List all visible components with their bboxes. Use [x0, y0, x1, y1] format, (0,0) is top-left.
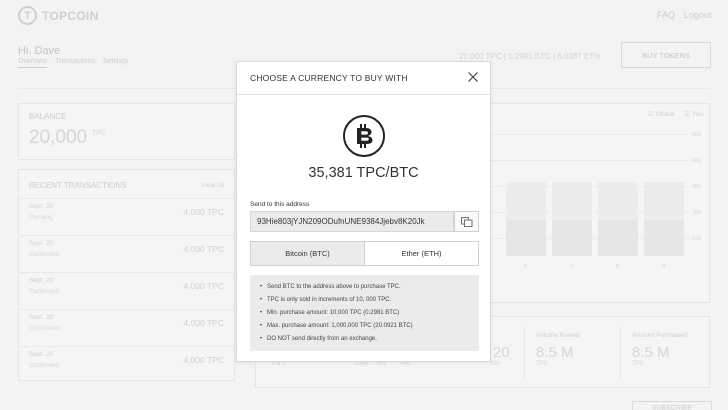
tab-ether[interactable]: Ether (ETH) — [365, 242, 478, 265]
currency-tabs: Bitcoin (BTC) Ether (ETH) — [250, 241, 479, 266]
deposit-address-field[interactable]: 93Hie803jYJN209ODufnUNE9384Jjebv8K20Jk — [250, 211, 454, 232]
purchase-notes: Send BTC to the address above to purchas… — [250, 275, 479, 351]
note-item: Min. purchase amount: 10,000 TPC (0.2981… — [260, 307, 471, 320]
modal-title: CHOOSE A CURRENCY TO BUY WITH — [250, 73, 408, 83]
buy-currency-modal: CHOOSE A CURRENCY TO BUY WITH 35,381 TPC… — [236, 61, 491, 362]
close-icon[interactable] — [467, 71, 479, 83]
copy-address-button[interactable] — [454, 211, 479, 232]
copy-icon — [460, 216, 472, 227]
note-item: DO NOT send directly from an exchange. — [260, 333, 471, 346]
bitcoin-icon — [343, 115, 385, 157]
tab-bitcoin[interactable]: Bitcoin (BTC) — [251, 242, 365, 265]
exchange-rate: 35,381 TPC/BTC — [308, 165, 419, 181]
note-item: Max. purchase amount: 1,000,000 TPC (20.… — [260, 320, 471, 333]
address-label: Send to this address — [250, 201, 310, 208]
modal-header: CHOOSE A CURRENCY TO BUY WITH — [237, 62, 490, 95]
note-item: TPC is only sold in increments of 10, 00… — [260, 294, 471, 307]
note-item: Send BTC to the address above to purchas… — [260, 281, 471, 294]
